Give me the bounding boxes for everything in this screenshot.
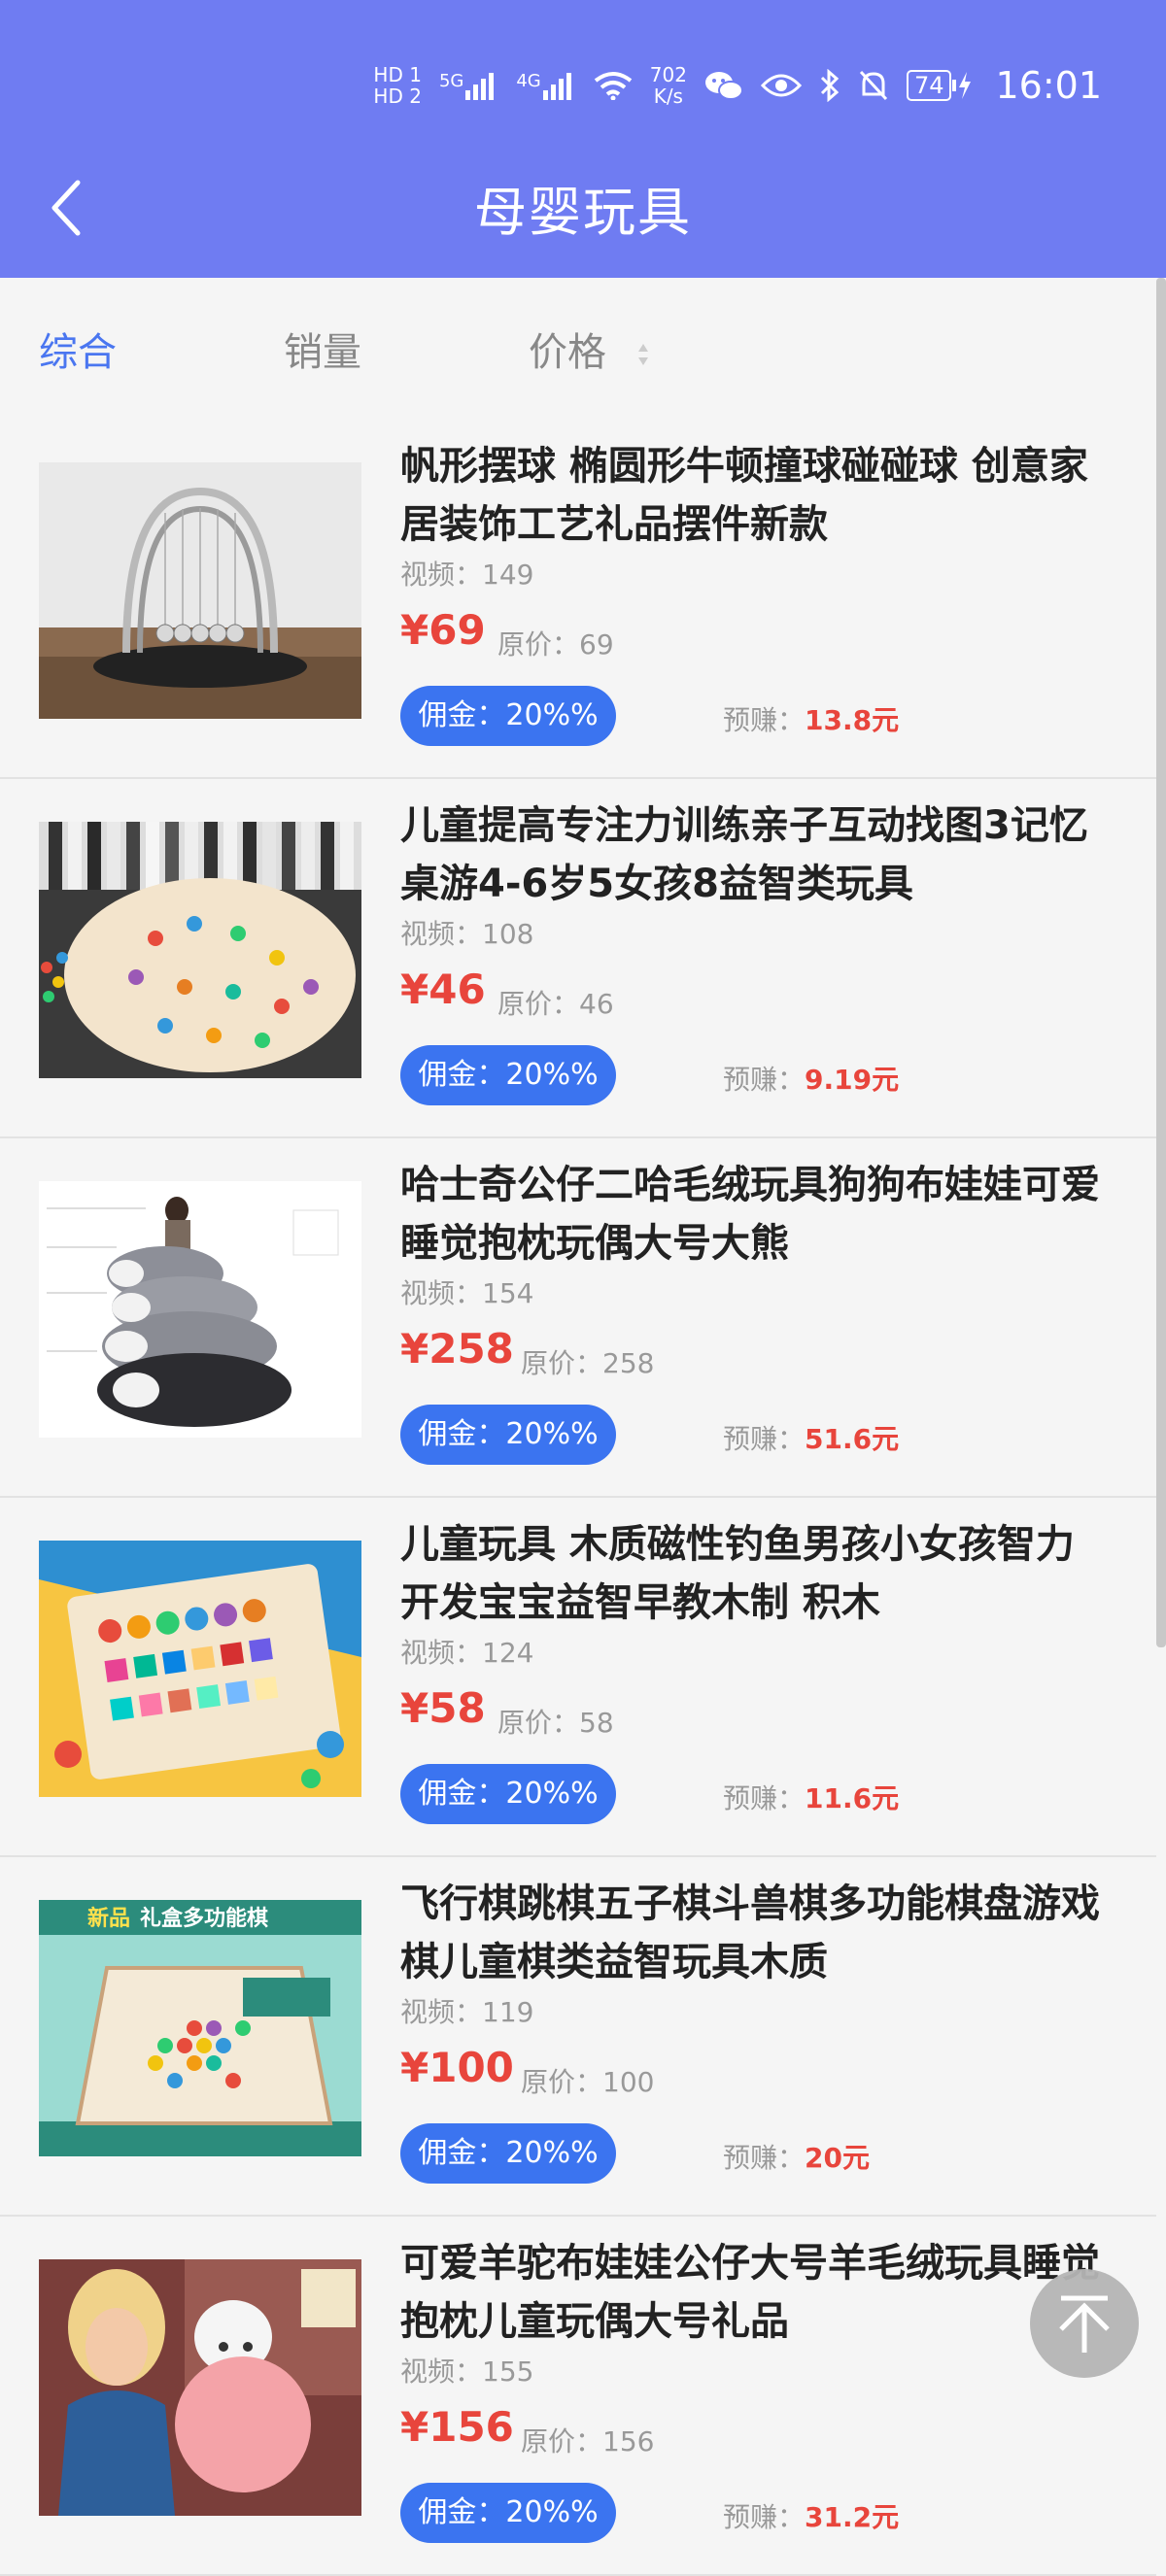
product-title[interactable]: 哈士奇公仔二哈毛绒玩具狗狗布娃娃可爱睡觉抱枕玩偶大号大熊 <box>400 1156 1100 1272</box>
net-speed: 702 K/s <box>649 63 687 108</box>
signal-5g-icon: 5G <box>439 71 498 100</box>
original-price: 原价：156 <box>521 2425 655 2457</box>
network-4g-label: 4G <box>516 71 541 91</box>
original-price: 原价：69 <box>497 628 614 661</box>
commission-badge[interactable]: 佣金：20%% <box>400 1045 616 1105</box>
wechat-icon <box>704 69 743 102</box>
product-card[interactable]: 儿童提高专注力训练亲子互动找图3记忆桌游4-6岁5女孩8益智类玩具 视频：108… <box>0 779 1156 1138</box>
estimated-earning: 预赚：9.19元 <box>723 1064 900 1096</box>
video-count: 视频：155 <box>400 2356 534 2388</box>
product-image-newtons-cradle[interactable] <box>39 462 361 719</box>
video-count: 视频：108 <box>400 918 534 950</box>
video-count: 视频：154 <box>400 1277 534 1309</box>
product-title[interactable]: 帆形摆球 椭圆形牛顿撞球碰碰球 创意家居装饰工艺礼品摆件新款 <box>400 437 1100 554</box>
product-image-alpaca-plush[interactable] <box>39 2259 361 2516</box>
image-banner-text: 礼盒多功能棋 <box>140 1907 269 1931</box>
product-image-memory-board[interactable] <box>39 822 361 1078</box>
wifi-icon <box>594 71 633 100</box>
eye-icon <box>760 72 802 99</box>
commission-badge[interactable]: 佣金：20%% <box>400 1764 616 1824</box>
product-title[interactable]: 儿童提高专注力训练亲子互动找图3记忆桌游4-6岁5女孩8益智类玩具 <box>400 797 1100 913</box>
product-card[interactable]: 新品 礼盒多功能棋 飞行棋跳棋五子棋斗兽棋多功能棋盘游戏棋儿童棋类益智玩具木质 … <box>0 1857 1156 2217</box>
product-list: 帆形摆球 椭圆形牛顿撞球碰碰球 创意家居装饰工艺礼品摆件新款 视频：149 ¥6… <box>0 420 1156 2576</box>
bluetooth-icon <box>819 69 840 102</box>
network-5g-label: 5G <box>438 71 464 91</box>
page-title: 母婴玩具 <box>474 182 692 243</box>
product-card[interactable]: 儿童玩具 木质磁性钓鱼男孩小女孩智力开发宝宝益智早教木制 积木 视频：124 ¥… <box>0 1498 1156 1857</box>
price: ¥58 <box>400 1684 486 1732</box>
original-price: 原价：258 <box>521 1347 655 1379</box>
image-banner-new: 新品 <box>87 1907 131 1931</box>
original-price: 原价：46 <box>497 988 614 1020</box>
sort-tab-price[interactable]: 价格 <box>529 321 650 377</box>
product-card[interactable]: 可爱羊驼布娃娃公仔大号羊毛绒玩具睡觉抱枕儿童玩偶大号礼品 视频：155 ¥156… <box>0 2217 1156 2576</box>
commission-badge[interactable]: 佣金：20%% <box>400 2123 616 2184</box>
price: ¥156 <box>400 2403 514 2451</box>
signal-4g-icon: 4G <box>516 71 575 100</box>
estimated-earning: 预赚：31.2元 <box>723 2501 900 2533</box>
original-price: 原价：58 <box>497 1707 614 1739</box>
estimated-earning: 预赚：11.6元 <box>723 1782 900 1814</box>
estimated-earning: 预赚：20元 <box>723 2142 870 2174</box>
product-card[interactable]: 哈士奇公仔二哈毛绒玩具狗狗布娃娃可爱睡觉抱枕玩偶大号大熊 视频：154 ¥258… <box>0 1138 1156 1498</box>
price: ¥46 <box>400 966 486 1013</box>
battery-level: 74 <box>906 70 952 101</box>
commission-badge[interactable]: 佣金：20%% <box>400 2483 616 2543</box>
app-header: HD 1 HD 2 5G 4G 702 K/s 74 16:01 母婴玩具 <box>0 0 1166 278</box>
original-price: 原价：100 <box>521 2066 655 2098</box>
video-count: 视频：124 <box>400 1637 534 1669</box>
estimated-earning: 预赚：51.6元 <box>723 1423 900 1455</box>
product-title[interactable]: 儿童玩具 木质磁性钓鱼男孩小女孩智力开发宝宝益智早教木制 积木 <box>400 1515 1100 1632</box>
clock: 16:01 <box>995 64 1102 107</box>
product-image-multi-game-board[interactable]: 新品 礼盒多功能棋 <box>39 1900 361 2156</box>
battery-icon: 74 <box>906 70 973 101</box>
product-image-husky-plush[interactable] <box>39 1181 361 1438</box>
product-title[interactable]: 可爱羊驼布娃娃公仔大号羊毛绒玩具睡觉抱枕儿童玩偶大号礼品 <box>400 2234 1100 2351</box>
product-image-wooden-fishing-toy[interactable] <box>39 1541 361 1797</box>
commission-badge[interactable]: 佣金：20%% <box>400 686 616 746</box>
estimated-earning: 预赚：13.8元 <box>723 704 900 736</box>
back-to-top-button[interactable] <box>1030 2269 1139 2378</box>
image-banner: 新品 礼盒多功能棋 <box>87 1900 268 1933</box>
product-card[interactable]: 帆形摆球 椭圆形牛顿撞球碰碰球 创意家居装饰工艺礼品摆件新款 视频：149 ¥6… <box>0 420 1156 779</box>
price: ¥100 <box>400 2044 514 2091</box>
sort-tab-price-label: 价格 <box>529 330 606 375</box>
mute-bell-icon <box>858 69 889 102</box>
sort-tab-sales[interactable]: 销量 <box>284 321 361 377</box>
arrow-up-icon <box>1059 2295 1110 2353</box>
video-count: 视频：149 <box>400 559 534 591</box>
price: ¥69 <box>400 606 486 654</box>
status-bar: HD 1 HD 2 5G 4G 702 K/s 74 16:01 <box>373 54 1102 117</box>
sort-arrows-icon <box>637 344 648 365</box>
sort-bar: 综合 销量 价格 <box>0 278 1156 420</box>
product-title[interactable]: 飞行棋跳棋五子棋斗兽棋多功能棋盘游戏棋儿童棋类益智玩具木质 <box>400 1875 1100 1991</box>
video-count: 视频：119 <box>400 1996 534 2028</box>
commission-badge[interactable]: 佣金：20%% <box>400 1405 616 1465</box>
hd-indicator: HD 1 HD 2 <box>373 63 422 108</box>
sort-tab-comprehensive[interactable]: 综合 <box>39 321 117 377</box>
scrollbar[interactable] <box>1156 278 1166 1647</box>
price: ¥258 <box>400 1325 514 1373</box>
